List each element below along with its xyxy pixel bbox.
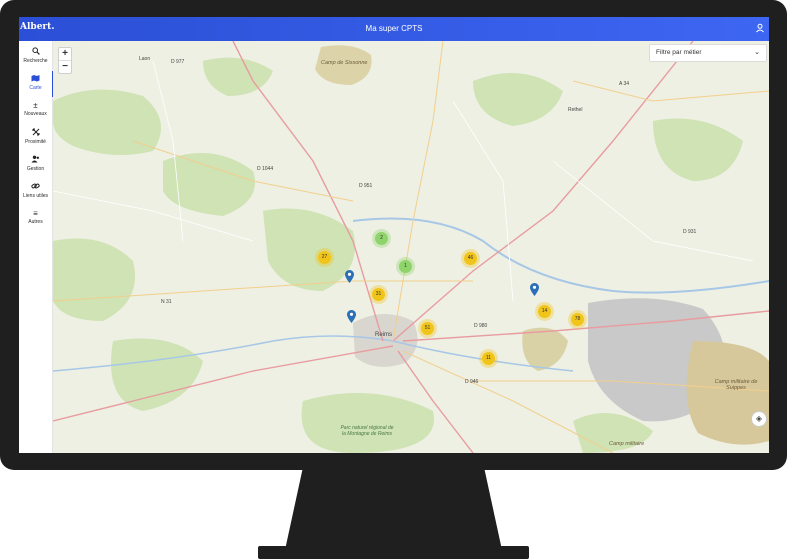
- map-marker-pin[interactable]: [345, 270, 354, 283]
- zoom-control: + −: [58, 47, 72, 74]
- sidebar-item-carte[interactable]: Carte: [19, 71, 54, 97]
- plus-minus-icon: ±: [33, 101, 38, 110]
- search-icon: [19, 47, 52, 58]
- arrows-icon: [19, 128, 52, 139]
- place-label-camp-top: Camp de Sissonne: [321, 60, 368, 66]
- road-label: D 931: [683, 229, 697, 235]
- road-label: N 31: [161, 299, 172, 305]
- link-icon: [19, 182, 52, 193]
- sidebar-item-recherche[interactable]: Recherche: [19, 44, 52, 70]
- chevron-down-icon: ⌄: [754, 49, 760, 56]
- app-screen: Albert. Ma super CPTS Recherche Carte ± …: [19, 17, 769, 453]
- monitor-stand-base: [258, 546, 529, 559]
- sidebar-item-label: Autres: [28, 219, 43, 225]
- map-icon: [19, 74, 52, 85]
- menu-icon: ≡: [33, 209, 38, 218]
- map-cluster[interactable]: 1: [399, 260, 412, 273]
- map-cluster[interactable]: 27: [318, 251, 331, 264]
- locate-icon[interactable]: ◈: [751, 411, 767, 427]
- map-marker-pin[interactable]: [347, 310, 356, 323]
- sidebar-item-label: Liens utiles: [22, 193, 48, 199]
- job-filter-select[interactable]: Filtre par métier ⌄: [649, 44, 767, 62]
- map-cluster[interactable]: 31: [372, 288, 385, 301]
- app-title: Ma super CPTS: [365, 24, 423, 33]
- sidebar-item-liens-utiles[interactable]: Liens utiles: [19, 179, 52, 205]
- map-cluster[interactable]: 2: [375, 232, 388, 245]
- sidebar-item-proximite[interactable]: Proximité: [19, 125, 52, 151]
- place-label-city: Reims: [375, 332, 393, 338]
- map-cluster[interactable]: 11: [482, 352, 495, 365]
- top-bar: Albert. Ma super CPTS: [19, 17, 769, 41]
- sidebar-item-gestion[interactable]: Gestion: [19, 152, 52, 178]
- road-label: D 1044: [257, 166, 274, 172]
- place-label-parc: Parc naturel régional de la Montagne de …: [340, 425, 394, 437]
- road-label: D 951: [359, 183, 373, 189]
- place-label-rethel: Rethel: [568, 107, 583, 113]
- road-label: A 34: [619, 81, 630, 87]
- map-cluster[interactable]: 51: [421, 322, 434, 335]
- place-label-camp-bottom: Camp militaire: [609, 441, 645, 447]
- map-cluster[interactable]: 46: [464, 252, 477, 265]
- sidebar-item-label: Gestion: [26, 166, 45, 172]
- sidebar-item-autres[interactable]: ≡ Autres: [19, 206, 52, 232]
- monitor-stand-neck: [285, 470, 502, 550]
- job-filter-placeholder: Filtre par métier: [656, 49, 702, 56]
- map-marker-pin[interactable]: [530, 283, 539, 296]
- sidebar-item-label: Recherche: [23, 58, 48, 64]
- map-tiles: [53, 41, 769, 453]
- monitor: Albert. Ma super CPTS Recherche Carte ± …: [0, 0, 787, 559]
- user-icon[interactable]: [755, 23, 765, 33]
- sidebar-item-label: Proximité: [25, 139, 46, 145]
- map-cluster[interactable]: 14: [538, 305, 551, 318]
- sidebar-item-label: Nouveaux: [24, 111, 47, 117]
- users-icon: [19, 155, 52, 166]
- zoom-in-button[interactable]: +: [59, 48, 71, 61]
- sidebar: Recherche Carte ± Nouveaux Proximité Ges…: [19, 41, 54, 453]
- place-label-laon: Laon: [139, 56, 151, 62]
- sidebar-item-nouveaux[interactable]: ± Nouveaux: [19, 98, 52, 124]
- zoom-out-button[interactable]: −: [59, 61, 71, 73]
- road-label: D 946: [465, 379, 479, 385]
- road-label: D 977: [171, 59, 185, 65]
- place-label-camp-right: Camp militaire de Suippes: [714, 379, 758, 391]
- road-label: D 980: [474, 323, 488, 329]
- map-cluster[interactable]: 78: [571, 313, 584, 326]
- sidebar-item-label: Carte: [29, 85, 42, 91]
- map-view[interactable]: Reims Rethel Laon Camp de Sissonne Parc …: [53, 41, 769, 453]
